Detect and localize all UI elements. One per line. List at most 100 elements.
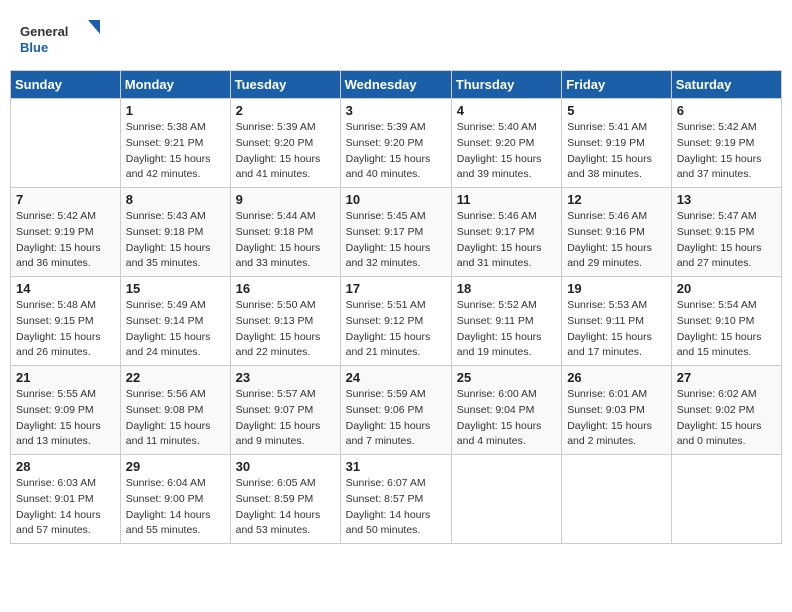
day-number: 13: [677, 192, 776, 207]
day-number: 21: [16, 370, 115, 385]
day-number: 3: [346, 103, 446, 118]
calendar-cell: 14Sunrise: 5:48 AMSunset: 9:15 PMDayligh…: [11, 277, 121, 366]
calendar-cell: 15 Sunrise: 5:49 AMSunset: 9:14 PMDayligh…: [120, 277, 230, 366]
day-info: Sunrise: 5:52 AMSunset: 9:11 PMDaylight:…: [457, 298, 556, 361]
calendar-cell: 12 Sunrise: 5:46 AMSunset: 9:16 PMDayligh…: [562, 188, 672, 277]
weekday-header: Friday: [562, 71, 672, 99]
calendar-cell: 11 Sunrise: 5:46 AMSunset: 9:17 PMDayligh…: [451, 188, 561, 277]
calendar-cell: 27Sunrise: 6:02 AMSunset: 9:02 PMDayligh…: [671, 366, 781, 455]
day-info: Sunrise: 5:39 AMSunset: 9:20 PMDaylight:…: [346, 120, 446, 183]
day-number: 6: [677, 103, 776, 118]
calendar-cell: 7 Sunrise: 5:42 AMSunset: 9:19 PMDaylight…: [11, 188, 121, 277]
day-number: 31: [346, 459, 446, 474]
day-info: Sunrise: 5:44 AMSunset: 9:18 PMDaylight:…: [236, 209, 335, 272]
day-info: Sunrise: 5:56 AMSunset: 9:08 PMDaylight:…: [126, 387, 225, 450]
calendar-cell: 8 Sunrise: 5:43 AMSunset: 9:18 PMDaylight…: [120, 188, 230, 277]
day-number: 26: [567, 370, 666, 385]
day-info: Sunrise: 5:53 AMSunset: 9:11 PMDaylight:…: [567, 298, 666, 361]
day-info: Sunrise: 5:40 AMSunset: 9:20 PMDaylight:…: [457, 120, 556, 183]
svg-text:Blue: Blue: [20, 40, 48, 55]
calendar-cell: 2 Sunrise: 5:39 AMSunset: 9:20 PMDaylight…: [230, 99, 340, 188]
day-number: 22: [126, 370, 225, 385]
calendar-cell: 17 Sunrise: 5:51 AMSunset: 9:12 PMDayligh…: [340, 277, 451, 366]
calendar-cell: 31 Sunrise: 6:07 AMSunset: 8:57 PMDayligh…: [340, 455, 451, 544]
day-number: 25: [457, 370, 556, 385]
day-info: Sunrise: 5:42 AMSunset: 9:19 PMDaylight:…: [677, 120, 776, 183]
day-info: Sunrise: 5:51 AMSunset: 9:12 PMDaylight:…: [346, 298, 446, 361]
day-number: 19: [567, 281, 666, 296]
calendar-cell: 9 Sunrise: 5:44 AMSunset: 9:18 PMDaylight…: [230, 188, 340, 277]
day-info: Sunrise: 6:04 AMSunset: 9:00 PMDaylight:…: [126, 476, 225, 539]
day-info: Sunrise: 5:45 AMSunset: 9:17 PMDaylight:…: [346, 209, 446, 272]
header: General Blue: [10, 10, 782, 65]
day-info: Sunrise: 5:43 AMSunset: 9:18 PMDaylight:…: [126, 209, 225, 272]
calendar-cell: 5Sunrise: 5:41 AMSunset: 9:19 PMDaylight…: [562, 99, 672, 188]
day-info: Sunrise: 6:03 AMSunset: 9:01 PMDaylight:…: [16, 476, 115, 539]
day-info: Sunrise: 5:48 AMSunset: 9:15 PMDaylight:…: [16, 298, 115, 361]
day-info: Sunrise: 5:50 AMSunset: 9:13 PMDaylight:…: [236, 298, 335, 361]
calendar-cell: 10 Sunrise: 5:45 AMSunset: 9:17 PMDayligh…: [340, 188, 451, 277]
day-info: Sunrise: 5:38 AMSunset: 9:21 PMDaylight:…: [126, 120, 225, 183]
day-number: 24: [346, 370, 446, 385]
day-info: Sunrise: 6:07 AMSunset: 8:57 PMDaylight:…: [346, 476, 446, 539]
calendar-cell: 21 Sunrise: 5:55 AMSunset: 9:09 PMDayligh…: [11, 366, 121, 455]
calendar-cell: [11, 99, 121, 188]
day-info: Sunrise: 5:46 AMSunset: 9:17 PMDaylight:…: [457, 209, 556, 272]
calendar-body: 1Sunrise: 5:38 AMSunset: 9:21 PMDaylight…: [11, 99, 782, 544]
day-number: 11: [457, 192, 556, 207]
svg-text:General: General: [20, 24, 68, 39]
day-number: 12: [567, 192, 666, 207]
calendar-cell: 19 Sunrise: 5:53 AMSunset: 9:11 PMDayligh…: [562, 277, 672, 366]
calendar-cell: 6 Sunrise: 5:42 AMSunset: 9:19 PMDaylight…: [671, 99, 781, 188]
calendar-cell: 13 Sunrise: 5:47 AMSunset: 9:15 PMDayligh…: [671, 188, 781, 277]
calendar-table: SundayMondayTuesdayWednesdayThursdayFrid…: [10, 70, 782, 544]
day-number: 4: [457, 103, 556, 118]
weekday-header: Thursday: [451, 71, 561, 99]
day-number: 28: [16, 459, 115, 474]
calendar-cell: 20Sunrise: 5:54 AMSunset: 9:10 PMDayligh…: [671, 277, 781, 366]
calendar-cell: 26 Sunrise: 6:01 AMSunset: 9:03 PMDayligh…: [562, 366, 672, 455]
day-number: 2: [236, 103, 335, 118]
weekday-header: Tuesday: [230, 71, 340, 99]
calendar-cell: 28 Sunrise: 6:03 AMSunset: 9:01 PMDayligh…: [11, 455, 121, 544]
calendar-cell: 25 Sunrise: 6:00 AMSunset: 9:04 PMDayligh…: [451, 366, 561, 455]
day-info: Sunrise: 5:54 AMSunset: 9:10 PMDaylight:…: [677, 298, 776, 361]
day-number: 5: [567, 103, 666, 118]
day-number: 9: [236, 192, 335, 207]
calendar-cell: 4 Sunrise: 5:40 AMSunset: 9:20 PMDaylight…: [451, 99, 561, 188]
calendar-cell: 30 Sunrise: 6:05 AMSunset: 8:59 PMDayligh…: [230, 455, 340, 544]
calendar-cell: 29 Sunrise: 6:04 AMSunset: 9:00 PMDayligh…: [120, 455, 230, 544]
calendar-cell: 18 Sunrise: 5:52 AMSunset: 9:11 PMDayligh…: [451, 277, 561, 366]
day-info: Sunrise: 5:47 AMSunset: 9:15 PMDaylight:…: [677, 209, 776, 272]
day-info: Sunrise: 5:42 AMSunset: 9:19 PMDaylight:…: [16, 209, 115, 272]
calendar-cell: 23Sunrise: 5:57 AMSunset: 9:07 PMDayligh…: [230, 366, 340, 455]
day-number: 15: [126, 281, 225, 296]
day-info: Sunrise: 5:49 AMSunset: 9:14 PMDaylight:…: [126, 298, 225, 361]
calendar-cell: 22 Sunrise: 5:56 AMSunset: 9:08 PMDayligh…: [120, 366, 230, 455]
day-info: Sunrise: 5:55 AMSunset: 9:09 PMDaylight:…: [16, 387, 115, 450]
calendar-cell: [451, 455, 561, 544]
calendar-cell: 1Sunrise: 5:38 AMSunset: 9:21 PMDaylight…: [120, 99, 230, 188]
day-number: 7: [16, 192, 115, 207]
weekday-header: Monday: [120, 71, 230, 99]
day-number: 18: [457, 281, 556, 296]
day-number: 29: [126, 459, 225, 474]
day-number: 27: [677, 370, 776, 385]
day-info: Sunrise: 6:01 AMSunset: 9:03 PMDaylight:…: [567, 387, 666, 450]
weekday-header: Saturday: [671, 71, 781, 99]
weekday-header: Sunday: [11, 71, 121, 99]
day-info: Sunrise: 5:57 AMSunset: 9:07 PMDaylight:…: [236, 387, 335, 450]
day-number: 8: [126, 192, 225, 207]
day-info: Sunrise: 6:00 AMSunset: 9:04 PMDaylight:…: [457, 387, 556, 450]
calendar-cell: [562, 455, 672, 544]
day-info: Sunrise: 5:39 AMSunset: 9:20 PMDaylight:…: [236, 120, 335, 183]
day-number: 30: [236, 459, 335, 474]
day-number: 10: [346, 192, 446, 207]
logo-svg: General Blue: [20, 20, 100, 60]
day-number: 17: [346, 281, 446, 296]
day-info: Sunrise: 5:46 AMSunset: 9:16 PMDaylight:…: [567, 209, 666, 272]
calendar-cell: 24Sunrise: 5:59 AMSunset: 9:06 PMDayligh…: [340, 366, 451, 455]
day-info: Sunrise: 6:05 AMSunset: 8:59 PMDaylight:…: [236, 476, 335, 539]
weekday-header: Wednesday: [340, 71, 451, 99]
calendar-cell: 3 Sunrise: 5:39 AMSunset: 9:20 PMDaylight…: [340, 99, 451, 188]
